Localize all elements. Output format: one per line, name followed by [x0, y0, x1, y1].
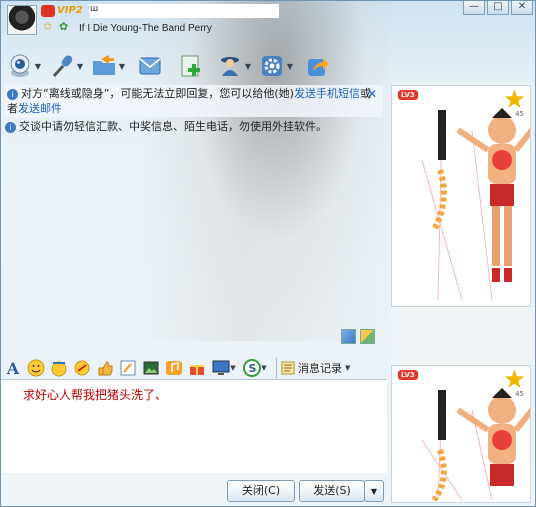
chevron-down-icon[interactable]: ▼: [261, 364, 266, 372]
voice-message-button[interactable]: [95, 358, 115, 378]
music-icon: [166, 361, 182, 375]
chevron-down-icon[interactable]: ▼: [287, 62, 293, 71]
my-show-card[interactable]: LV3 ★ 45: [391, 365, 531, 503]
send-sms-link[interactable]: 发送手机短信: [294, 87, 360, 100]
thumb-icon: [98, 361, 113, 376]
security-notice: i 交谈中请勿轻信汇款、中奖信息、陌生电话，勿使用外挂软件。: [5, 119, 327, 134]
music-button[interactable]: [164, 358, 184, 378]
font-icon: A: [6, 358, 20, 378]
maximize-button[interactable]: □: [487, 1, 509, 15]
offline-notice: i 对方“离线或隐身”，可能无法立即回复，您可以给他(她)发送手机短信或者发送邮件: [5, 85, 383, 117]
send-file-button[interactable]: ▼: [89, 51, 127, 81]
send-sms-button[interactable]: [131, 51, 169, 81]
pencil-icon: [120, 360, 136, 376]
screenshot-button[interactable]: [141, 358, 161, 378]
webcam-icon: [10, 54, 30, 77]
settings-button[interactable]: ▼: [257, 51, 295, 81]
notice-text: 对方“离线或隐身”，可能无法立即回复，您可以给他(她): [21, 87, 294, 100]
chevron-down-icon[interactable]: ▼: [119, 62, 125, 71]
smiley-icon: [27, 359, 45, 377]
level-badge: LV3: [398, 90, 418, 100]
video-call-button[interactable]: ▼: [5, 51, 43, 81]
info-icon: i: [5, 122, 16, 133]
extras-button[interactable]: S ▼: [241, 358, 269, 378]
screen-capture-button[interactable]: ▼: [210, 358, 238, 378]
format-toolbar: A ▼ S ▼ 消息记录 ▼: [1, 357, 387, 379]
info-icon: i: [7, 89, 18, 100]
theme-icon[interactable]: [360, 329, 375, 344]
chevron-down-icon: ▼: [370, 487, 378, 496]
plus-icon: [181, 55, 200, 77]
vip-label: VIP2: [57, 5, 83, 16]
username: ш: [89, 4, 279, 18]
folder-icon: [92, 55, 115, 75]
contact-show-card[interactable]: LV3 ★ 45: [391, 85, 531, 307]
level-badge: LV3: [398, 370, 418, 380]
plant-badge-icon: ✿: [59, 20, 69, 33]
chat-history[interactable]: i 对方“离线或隐身”，可能无法立即回复，您可以给他(她)发送手机短信或者发送邮件…: [1, 85, 389, 355]
microphone-icon: [52, 55, 73, 78]
security-notice-text: 交谈中请勿轻信汇款、中奖信息、陌生电话，勿使用外挂软件。: [19, 120, 327, 133]
bottom-bar: 关闭(C) 发送(S) ▼: [1, 473, 387, 506]
magic-emoji-button[interactable]: [49, 358, 69, 378]
chevron-down-icon[interactable]: ▼: [35, 62, 41, 71]
font-button[interactable]: A: [3, 358, 23, 378]
avatar[interactable]: [7, 5, 37, 35]
signature-text: If I Die Young-The Band Perry: [79, 23, 212, 34]
gift-icon: [190, 365, 204, 375]
chevron-down-icon: ▼: [345, 364, 351, 372]
expand-icon[interactable]: [341, 329, 356, 344]
nudge-button[interactable]: [72, 358, 92, 378]
minimize-button[interactable]: —: [463, 1, 485, 15]
send-options-button[interactable]: ▼: [364, 480, 384, 502]
add-app-button[interactable]: [173, 51, 211, 81]
mail-icon: [139, 57, 161, 75]
history-label: 消息记录: [298, 362, 342, 375]
gear-icon: [261, 56, 282, 76]
vip-icon: [41, 5, 55, 17]
avatar-figure-icon: [421, 108, 530, 301]
s-logo-icon: S: [243, 359, 262, 377]
chat-window: VIP2 ш ✩ ✿ If I Die Young-The Band Perry…: [0, 0, 536, 507]
input-text: 求好心人帮我把猪头洗了、: [23, 388, 168, 402]
avatar-figure-icon: [421, 388, 530, 502]
close-window-button[interactable]: ✕: [511, 1, 533, 15]
person-icon: [220, 57, 239, 76]
chevron-down-icon[interactable]: ▼: [230, 364, 235, 372]
magic-face-icon: [51, 361, 67, 377]
shake-icon: [74, 360, 90, 376]
emoji-button[interactable]: [26, 358, 46, 378]
message-input[interactable]: 求好心人帮我把猪头洗了、: [1, 379, 387, 473]
scribble-button[interactable]: [118, 358, 138, 378]
share-icon: [308, 58, 329, 76]
svg-text:S: S: [249, 362, 257, 375]
picture-icon: [143, 361, 159, 375]
share-button[interactable]: [299, 51, 337, 81]
voice-call-button[interactable]: ▼: [47, 51, 85, 81]
chat-corner-tools: [341, 329, 375, 344]
star-badge-icon: ✩: [43, 20, 53, 33]
chevron-down-icon[interactable]: ▼: [77, 62, 83, 71]
window-controls: — □ ✕: [463, 1, 533, 15]
remote-assist-button[interactable]: ▼: [215, 51, 253, 81]
monitor-icon: [212, 360, 230, 375]
main-toolbar: ▼ ▼ ▼ ▼ ▼: [5, 49, 337, 83]
gift-button[interactable]: [187, 358, 207, 378]
close-button[interactable]: 关闭(C): [227, 480, 295, 502]
title-bar: VIP2 ш ✩ ✿ If I Die Young-The Band Perry…: [1, 1, 535, 41]
close-notice-icon[interactable]: ✕: [367, 87, 377, 101]
history-icon: [281, 361, 295, 375]
show-panel: LV3 ★ 45 LV3 ★ 45: [391, 85, 531, 506]
chevron-down-icon[interactable]: ▼: [245, 62, 251, 71]
send-email-link[interactable]: 发送邮件: [18, 102, 62, 115]
send-button[interactable]: 发送(S): [299, 480, 365, 502]
message-history-button[interactable]: 消息记录 ▼: [276, 358, 354, 378]
